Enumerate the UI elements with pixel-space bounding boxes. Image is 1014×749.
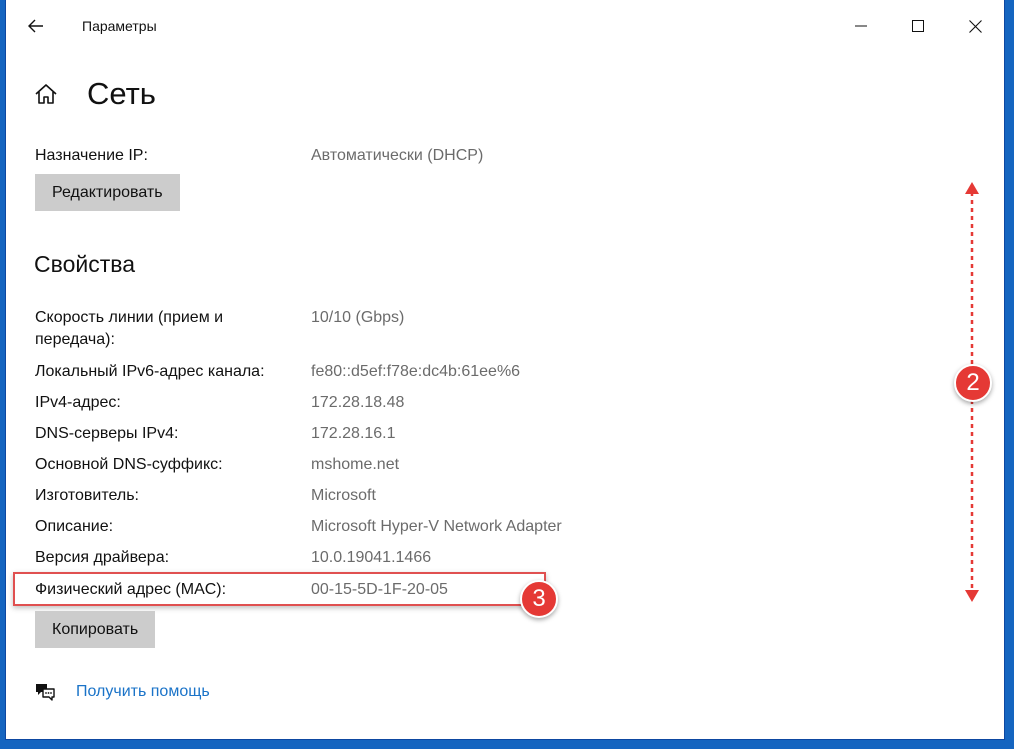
help-row: Получить помощь <box>34 682 210 702</box>
maximize-button[interactable] <box>895 8 941 44</box>
prop-value-link-speed: 10/10 (Gbps) <box>311 309 405 326</box>
prop-value-mac: 00-15-5D-1F-20-05 <box>311 581 448 598</box>
prop-value-manufacturer: Microsoft <box>311 487 376 504</box>
home-button[interactable] <box>34 81 60 107</box>
prop-label-link-speed: Скорость линии (прием и передача): <box>35 309 224 348</box>
page-title: Сеть <box>87 76 156 111</box>
prop-label-dns-servers: DNS-серверы IPv4: <box>35 425 179 442</box>
prop-value-ipv4: 172.28.18.48 <box>311 394 405 411</box>
properties-title: Свойства <box>34 251 135 277</box>
prop-label-driver-version: Версия драйвера: <box>35 549 170 566</box>
prop-label-description: Описание: <box>35 518 114 535</box>
prop-label-dns-suffix: Основной DNS-суффикс: <box>35 456 223 473</box>
prop-label-ipv4: IPv4-адрес: <box>35 394 121 411</box>
prop-value-driver-version: 10.0.19041.1466 <box>311 549 432 566</box>
edit-button[interactable]: Редактировать <box>35 174 180 211</box>
annotation-badge-2: 2 <box>954 364 992 402</box>
settings-window: Параметры Сеть Назначение IP: Автоматиче… <box>6 0 1004 739</box>
close-button[interactable] <box>952 8 998 44</box>
home-icon <box>35 84 57 104</box>
minimize-icon <box>855 25 867 27</box>
back-arrow-icon <box>28 19 43 33</box>
help-chat-icon <box>36 684 55 701</box>
maximize-icon <box>912 20 924 32</box>
ip-assignment-value: Автоматически (DHCP) <box>311 147 484 164</box>
minimize-button[interactable] <box>838 8 884 44</box>
close-icon <box>968 19 982 33</box>
prop-value-dns-suffix: mshome.net <box>311 456 400 473</box>
window-title: Параметры <box>82 18 157 34</box>
page-header: Сеть <box>34 76 156 112</box>
prop-label-mac: Физический адрес (MAC): <box>35 581 227 598</box>
prop-value-ipv6: fe80::d5ef:f78e:dc4b:61ee%6 <box>311 363 521 380</box>
back-button[interactable] <box>18 10 54 42</box>
ip-assignment-label: Назначение IP: <box>35 147 148 164</box>
prop-label-manufacturer: Изготовитель: <box>35 487 139 504</box>
get-help-link[interactable]: Получить помощь <box>76 683 210 701</box>
prop-value-description: Microsoft Hyper-V Network Adapter <box>311 518 562 535</box>
annotation-badge-3: 3 <box>520 580 558 618</box>
prop-value-dns-servers: 172.28.16.1 <box>311 425 396 442</box>
title-bar: Параметры <box>6 0 1004 52</box>
copy-button[interactable]: Копировать <box>35 611 156 648</box>
prop-label-ipv6: Локальный IPv6-адрес канала: <box>35 363 265 380</box>
